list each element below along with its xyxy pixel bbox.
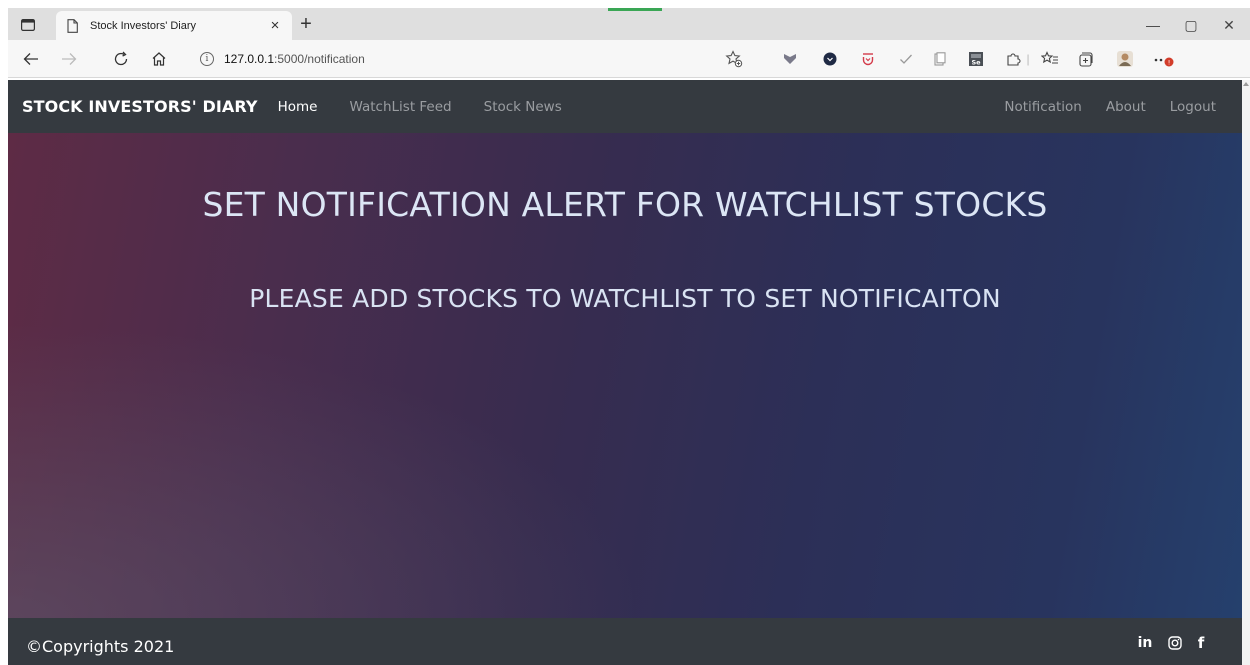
collections-icon[interactable]: [1076, 49, 1096, 69]
page-footer: ©Copyrights 2021 in f: [8, 618, 1242, 665]
puzzle-extension-icon[interactable]: [1003, 49, 1023, 69]
notification-hero: SET NOTIFICATION ALERT FOR WATCHLIST STO…: [8, 133, 1242, 618]
tab-title: Stock Investors' Diary: [90, 19, 197, 32]
favorites-icon[interactable]: [1040, 49, 1060, 69]
profile-avatar[interactable]: [1114, 49, 1136, 69]
nav-link-about[interactable]: About: [1106, 99, 1146, 115]
brand-logo[interactable]: STOCK INVESTORS' DIARY: [22, 97, 258, 116]
page-viewport: STOCK INVESTORS' DIARY Home WatchList Fe…: [8, 80, 1242, 665]
copyright-text: ©Copyrights 2021: [26, 637, 175, 656]
tab-actions-icon[interactable]: [18, 16, 38, 34]
url-text: 127.0.0.1:5000/notification: [224, 52, 365, 66]
page-icon: [64, 18, 80, 34]
nav-link-home[interactable]: Home: [278, 99, 318, 115]
empty-watchlist-message: PLEASE ADD STOCKS TO WATCHLIST TO SET NO…: [249, 284, 1001, 313]
clipboard-extension-icon[interactable]: [930, 49, 950, 69]
tab-close-icon[interactable]: ×: [266, 17, 284, 35]
svg-text:!: !: [1168, 58, 1171, 66]
back-icon[interactable]: [20, 48, 42, 70]
nav-left-links: Home WatchList Feed Stock News: [278, 99, 594, 115]
nav-link-logout[interactable]: Logout: [1170, 99, 1216, 115]
pocket-extension-icon[interactable]: [858, 49, 878, 69]
instagram-icon[interactable]: [1165, 634, 1185, 652]
url-host: 127.0.0.1: [224, 52, 275, 66]
info-icon[interactable]: i: [200, 52, 214, 66]
shield-extension-icon[interactable]: [780, 49, 800, 69]
new-tab-button[interactable]: +: [294, 13, 318, 35]
home-icon[interactable]: [148, 48, 170, 70]
browser-tab[interactable]: Stock Investors' Diary ×: [56, 11, 292, 40]
toolbar-divider: |: [1026, 52, 1030, 66]
more-options-icon[interactable]: !: [1150, 49, 1180, 69]
forward-icon[interactable]: [58, 48, 80, 70]
refresh-icon[interactable]: [110, 48, 132, 70]
minimize-button[interactable]: —: [1138, 14, 1168, 36]
restore-button[interactable]: ▢: [1176, 14, 1206, 36]
svg-text:Se: Se: [971, 59, 981, 67]
address-bar[interactable]: i 127.0.0.1:5000/notification: [196, 46, 756, 72]
browser-toolbar: i 127.0.0.1:5000/notification Se | !: [8, 40, 1250, 78]
scroll-up-arrow-icon[interactable]: [1243, 82, 1249, 86]
check-extension-icon[interactable]: [896, 49, 916, 69]
top-navbar: STOCK INVESTORS' DIARY Home WatchList Fe…: [8, 80, 1242, 133]
dark-circle-extension-icon[interactable]: [820, 49, 840, 69]
page-scrollbar[interactable]: [1242, 80, 1250, 665]
add-favorite-icon[interactable]: [724, 49, 744, 69]
nav-right-links: Notification About Logout: [980, 80, 1216, 133]
facebook-icon[interactable]: f: [1192, 634, 1210, 652]
nav-link-notification[interactable]: Notification: [1004, 99, 1081, 115]
tab-strip-indicator: [608, 8, 662, 11]
nav-link-watchlist-feed[interactable]: WatchList Feed: [349, 99, 451, 115]
linkedin-icon[interactable]: in: [1134, 634, 1156, 652]
close-window-button[interactable]: ✕: [1214, 14, 1244, 36]
nav-link-stock-news[interactable]: Stock News: [484, 99, 562, 115]
page-title: SET NOTIFICATION ALERT FOR WATCHLIST STO…: [202, 185, 1048, 224]
browser-tab-strip: Stock Investors' Diary × + — ▢ ✕: [8, 8, 1250, 40]
url-path: :5000/notification: [274, 52, 365, 66]
selenium-extension-icon[interactable]: Se: [966, 49, 986, 69]
